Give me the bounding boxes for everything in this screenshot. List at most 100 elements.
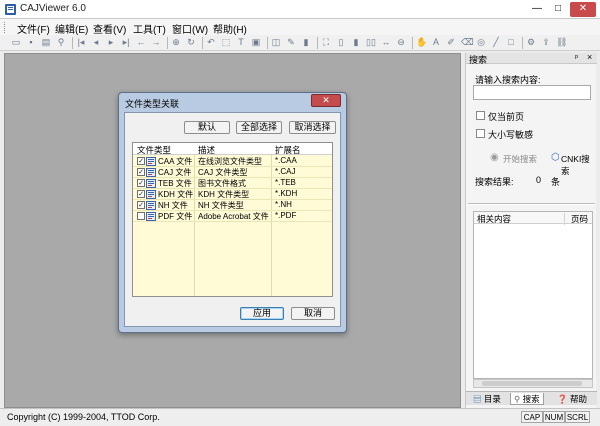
panel-tabs: ▤ 目录 ⚲ 搜索 ❓ 帮助 xyxy=(466,391,597,405)
close-icon[interactable]: × xyxy=(587,52,592,62)
next-page-icon[interactable]: ▸ xyxy=(106,37,116,48)
pin-icon[interactable]: ᵖ xyxy=(575,53,578,62)
file-type-extension: *.KDH xyxy=(275,189,298,198)
file-type-row[interactable]: ✓ NH 文件 NH 文件类型 *.NH xyxy=(133,200,332,211)
tab-help[interactable]: ❓ 帮助 xyxy=(554,393,590,405)
select-all-button[interactable]: 全部选择 xyxy=(236,121,282,134)
zoom-out-icon[interactable]: ⊖ xyxy=(396,37,406,48)
text-select-icon[interactable]: T xyxy=(236,37,246,48)
scrl-indicator: SCRL xyxy=(565,411,590,423)
tab-contents[interactable]: ▤ 目录 xyxy=(470,393,504,405)
undo-icon[interactable]: ↶ xyxy=(206,37,216,48)
cnki-icon: ⬡ xyxy=(551,152,560,163)
minimize-button[interactable]: — xyxy=(527,2,547,17)
fit-width-icon[interactable]: ↔ xyxy=(381,37,391,48)
start-search-button[interactable]: 开始搜索 xyxy=(503,153,537,165)
file-type-row[interactable]: ✓ TEB 文件 图书文件格式 *.TEB xyxy=(133,178,332,189)
dialog-close-button[interactable]: ✕ xyxy=(311,94,341,107)
file-type-description: NH 文件类型 xyxy=(198,201,244,210)
eraser-icon[interactable]: ⌫ xyxy=(461,37,474,48)
toolbar-separator xyxy=(167,37,168,49)
column-header-type[interactable]: 文件类型 xyxy=(137,144,171,156)
results-label: 搜索结果: xyxy=(475,177,514,187)
menu-tools[interactable]: 工具(T) xyxy=(133,21,166,36)
menu-help[interactable]: 帮助(H) xyxy=(213,21,247,36)
menu-window[interactable]: 窗口(W) xyxy=(172,21,208,36)
file-type-row[interactable]: ✓ CAA 文件 在线浏览文件类型 *.CAA xyxy=(133,156,332,167)
column-header-page[interactable]: 页码 xyxy=(564,213,588,225)
file-type-checkbox[interactable]: ✓ xyxy=(137,179,145,187)
file-type-row[interactable]: ✓ CAJ 文件 CAJ 文件类型 *.CAJ xyxy=(133,167,332,178)
pen-icon[interactable]: ✐ xyxy=(446,37,456,48)
apply-button[interactable]: 应用 xyxy=(240,307,284,320)
text-tool-icon[interactable]: A xyxy=(431,37,441,48)
file-type-description: KDH 文件类型 xyxy=(198,190,250,199)
file-type-checkbox[interactable]: ✓ xyxy=(137,168,145,176)
facing-icon[interactable]: ▯▯ xyxy=(366,37,376,48)
rect-icon[interactable]: □ xyxy=(506,37,516,48)
single-page-icon[interactable]: ▯ xyxy=(336,37,346,48)
close-button[interactable]: ✕ xyxy=(570,2,596,17)
continuous-icon[interactable]: ▮ xyxy=(351,37,361,48)
cancel-button[interactable]: 取消 xyxy=(291,307,335,320)
file-type-checkbox[interactable]: ✓ xyxy=(137,157,145,165)
current-page-only-checkbox[interactable] xyxy=(476,111,485,120)
copyright-text: Copyright (C) 1999-2004, TTOD Corp. xyxy=(7,412,160,422)
file-type-checkbox[interactable]: ✓ xyxy=(137,190,145,198)
search-tab-icon: ⚲ xyxy=(514,394,521,404)
results-list[interactable]: 相关内容 页码 xyxy=(473,211,593,379)
file-type-row[interactable]: ✓ KDH 文件 KDH 文件类型 *.KDH xyxy=(133,189,332,200)
scrollbar-thumb[interactable] xyxy=(482,381,582,386)
back-icon[interactable]: ← xyxy=(136,37,146,48)
num-indicator: NUM xyxy=(543,411,565,423)
first-page-icon[interactable]: |◂ xyxy=(76,37,86,48)
link-icon[interactable]: ⛓ xyxy=(556,37,567,48)
cnki-search-button[interactable]: CNKI搜索 xyxy=(561,153,596,177)
hand-icon[interactable]: ✋ xyxy=(416,37,427,48)
toolbar-separator xyxy=(317,37,318,49)
default-button[interactable]: 默认 xyxy=(184,121,230,134)
column-header-extension[interactable]: 扩展名 xyxy=(275,144,301,156)
menu-grip[interactable] xyxy=(4,22,7,33)
search-input[interactable] xyxy=(473,85,591,100)
export-icon[interactable]: ⇪ xyxy=(541,37,551,48)
snapshot-icon[interactable]: ◫ xyxy=(271,37,281,48)
rotate-icon[interactable]: ↻ xyxy=(186,37,196,48)
select-icon[interactable]: ⬚ xyxy=(221,37,231,48)
prev-page-icon[interactable]: ◂ xyxy=(91,37,101,48)
save-icon[interactable]: ▪ xyxy=(26,37,36,48)
note-icon[interactable]: ✎ xyxy=(286,37,296,48)
results-list-header: 相关内容 页码 xyxy=(474,212,592,225)
file-type-list[interactable]: 文件类型 描述 扩展名 ✓ CAA 文件 在线浏览文件类型 *.CAA ✓ CAJ 文件 C… xyxy=(132,142,333,297)
line-icon[interactable]: ╱ xyxy=(491,37,501,48)
file-type-checkbox[interactable]: ✓ xyxy=(137,201,145,209)
last-page-icon[interactable]: ▸| xyxy=(121,37,131,48)
menu-view[interactable]: 查看(V) xyxy=(93,21,126,36)
settings-icon[interactable]: ⚙ xyxy=(526,37,536,48)
file-type-icon xyxy=(146,190,156,199)
file-type-checkbox[interactable] xyxy=(137,212,145,220)
open-icon[interactable]: ▭ xyxy=(11,37,21,48)
horizontal-scrollbar[interactable] xyxy=(473,379,593,388)
deselect-all-button[interactable]: 取消选择 xyxy=(289,121,336,134)
print-icon[interactable]: ▤ xyxy=(41,37,51,48)
stamp-icon[interactable]: ◎ xyxy=(476,37,486,48)
maximize-button[interactable]: □ xyxy=(548,2,568,17)
search-panel-header: 搜索 ᵖ × xyxy=(466,52,597,65)
highlight-icon[interactable]: ▮ xyxy=(301,37,311,48)
file-type-row[interactable]: PDF 文件 Adobe Acrobat 文件 *.PDF xyxy=(133,211,332,222)
zoom-icon[interactable]: ⊕ xyxy=(171,37,181,48)
menu-edit[interactable]: 编辑(E) xyxy=(55,21,88,36)
column-header-content[interactable]: 相关内容 xyxy=(477,213,511,225)
menu-file[interactable]: 文件(F) xyxy=(17,21,50,36)
find-icon[interactable]: ⚲ xyxy=(56,37,66,48)
case-sensitive-checkbox[interactable] xyxy=(476,129,485,138)
help-tab-icon: ❓ xyxy=(557,394,568,404)
image-select-icon[interactable]: ▣ xyxy=(251,37,261,48)
tab-help-label: 帮助 xyxy=(569,394,587,404)
toolbar-separator xyxy=(72,37,73,49)
fullscreen-icon[interactable]: ⛶ xyxy=(321,37,331,48)
column-header-description[interactable]: 描述 xyxy=(198,144,215,156)
forward-icon[interactable]: → xyxy=(151,37,161,48)
tab-search[interactable]: ⚲ 搜索 xyxy=(510,393,544,405)
